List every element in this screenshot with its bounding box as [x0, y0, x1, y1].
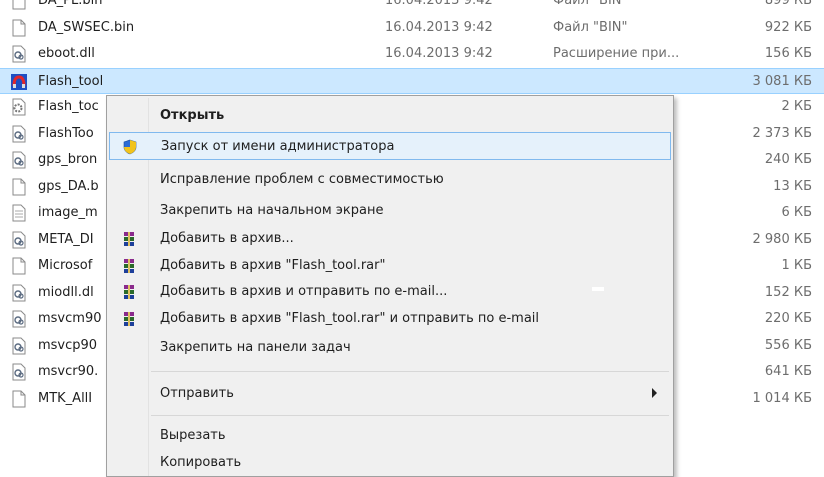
menu-item-pin-start-label: Закрепить на начальном экране: [160, 203, 384, 218]
menu-item-open[interactable]: Открыть: [109, 102, 671, 130]
menu-item-cut[interactable]: Вырезать: [109, 422, 671, 450]
menu-item-add-archive-email-label: Добавить в архив и отправить по e-mail..…: [160, 284, 448, 299]
context-menu: Открыть Запуск от имени администратора И…: [106, 95, 674, 477]
file-size: 156 КБ: [764, 46, 812, 61]
file-size: 1 КБ: [781, 258, 812, 273]
file-size: 899 КБ: [764, 0, 812, 8]
file-size: 2 373 КБ: [752, 125, 813, 141]
flash-tool-app-icon: [11, 73, 27, 90]
file-size: 556 КБ: [764, 337, 812, 353]
menu-item-pin-taskbar-label: Закрепить на панели задач: [160, 340, 351, 355]
menu-item-pin-start[interactable]: Закрепить на начальном экране: [109, 197, 671, 225]
file-size: 152 КБ: [764, 284, 812, 300]
settings-file-icon: [12, 98, 26, 116]
blank-file-icon: [12, 390, 26, 407]
file-row[interactable]: DA_PL.bin 16.04.2013 9:42 Файл "BIN" 899 КБ: [0, 0, 824, 15]
winrar-icon: [124, 232, 134, 246]
file-size: 641 КБ: [764, 364, 812, 379]
menu-item-add-archive-named-label: Добавить в архив "Flash_tool.rar": [160, 258, 386, 273]
blank-file-icon: [12, 0, 26, 10]
dll-file-icon: [12, 284, 26, 301]
file-name: Microsof: [38, 258, 93, 273]
file-size: 220 КБ: [764, 311, 812, 326]
blank-file-icon: [12, 257, 26, 275]
file-row[interactable]: eboot.dll 16.04.2013 9:42 Расширение при..…: [0, 41, 824, 68]
winrar-icon: [124, 259, 134, 273]
file-name: gps_DA.b: [38, 178, 99, 194]
dll-file-icon: [12, 310, 26, 328]
file-name: eboot.dll: [38, 46, 95, 61]
file-size: 2 980 КБ: [752, 231, 813, 247]
dll-file-icon: [12, 151, 26, 169]
file-name: Flash_toc: [38, 99, 99, 114]
file-name: msvcp90: [38, 337, 98, 353]
menu-item-send-to[interactable]: Отправить: [109, 380, 671, 408]
menu-item-cut-label: Вырезать: [160, 428, 226, 443]
file-name: META_DI: [38, 231, 94, 247]
file-name: msvcm90: [38, 311, 102, 326]
file-date: 16.04.2013 9:42: [385, 0, 493, 8]
file-type: Файл "BIN": [553, 19, 628, 35]
file-name: gps_bron: [38, 152, 98, 167]
menu-item-troubleshoot[interactable]: Исправление проблем с совместимостью: [109, 166, 671, 194]
dll-file-icon: [12, 363, 26, 381]
menu-artifact: [592, 287, 604, 291]
submenu-arrow-icon: [652, 388, 657, 398]
file-size: 3 081 КБ: [752, 73, 813, 89]
file-name: msvcr90.: [38, 364, 99, 379]
file-size: 13 КБ: [773, 178, 812, 194]
menu-separator: [151, 371, 669, 372]
menu-item-run-as-admin[interactable]: Запуск от имени администратора: [109, 132, 671, 160]
menu-item-add-archive-named-email[interactable]: Добавить в архив "Flash_tool.rar" и отпр…: [109, 305, 671, 333]
file-type: Расширение при...: [553, 46, 680, 61]
file-size: 922 КБ: [764, 19, 812, 35]
file-name: MTK_AllI: [38, 390, 93, 406]
dll-file-icon: [12, 45, 26, 63]
file-row[interactable]: Flash_tool 3 081 КБ: [0, 67, 824, 94]
dll-file-icon: [12, 231, 26, 248]
menu-separator: [151, 415, 669, 416]
blank-file-icon: [12, 19, 26, 36]
file-size: 6 КБ: [781, 205, 812, 220]
menu-item-copy-label: Копировать: [160, 455, 242, 470]
menu-item-add-archive-email[interactable]: Добавить в архив и отправить по e-mail..…: [109, 278, 671, 306]
dll-file-icon: [12, 337, 26, 354]
menu-item-add-archive-named-email-label: Добавить в архив "Flash_tool.rar" и отпр…: [160, 311, 540, 326]
file-size: 1 014 КБ: [752, 390, 813, 406]
menu-item-add-archive-label: Добавить в архив...: [160, 231, 294, 246]
file-size: 240 КБ: [764, 152, 812, 167]
blank-file-icon: [12, 178, 26, 195]
file-name: FlashToo: [38, 125, 94, 141]
file-name: miodll.dl: [38, 284, 94, 300]
menu-item-send-to-label: Отправить: [160, 386, 234, 401]
menu-item-troubleshoot-label: Исправление проблем с совместимостью: [160, 172, 444, 187]
uac-shield-icon: [123, 139, 137, 155]
file-name: Flash_tool: [38, 73, 104, 89]
menu-item-run-as-admin-label: Запуск от имени администратора: [161, 139, 395, 154]
menu-item-add-archive-named[interactable]: Добавить в архив "Flash_tool.rar": [109, 252, 671, 280]
file-date: 16.04.2013 9:42: [385, 46, 493, 61]
text-file-icon: [12, 204, 26, 222]
menu-item-open-label: Открыть: [160, 108, 225, 123]
file-name: image_m: [38, 205, 98, 220]
winrar-icon: [124, 312, 134, 326]
file-name: DA_SWSEC.bin: [38, 19, 135, 35]
winrar-icon: [124, 285, 134, 299]
menu-item-copy[interactable]: Копировать: [109, 449, 671, 477]
menu-item-add-archive[interactable]: Добавить в архив...: [109, 225, 671, 253]
menu-item-pin-taskbar[interactable]: Закрепить на панели задач: [109, 334, 671, 362]
file-type: Файл "BIN": [553, 0, 628, 8]
dll-file-icon: [12, 125, 26, 142]
file-size: 2 КБ: [781, 99, 812, 114]
file-row[interactable]: DA_SWSEC.bin 16.04.2013 9:42 Файл "BIN" 922…: [0, 15, 824, 42]
file-date: 16.04.2013 9:42: [385, 19, 493, 35]
file-name: DA_PL.bin: [38, 0, 103, 8]
